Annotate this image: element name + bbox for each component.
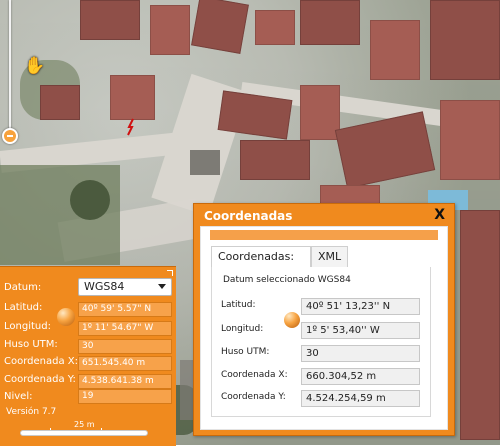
zoom-slider-track[interactable] <box>9 0 11 132</box>
level-label: Nivel: <box>4 391 33 402</box>
orb-icon <box>57 308 75 326</box>
orb-icon <box>284 312 300 328</box>
utm-zone-value: 30 <box>78 339 172 354</box>
chevron-down-icon <box>158 284 166 289</box>
zoom-slider-icon[interactable] <box>2 128 18 144</box>
datum-select[interactable]: WGS84 <box>78 278 172 296</box>
longitude-value: 1º 11' 54.67" W <box>78 321 172 336</box>
scale-label: 25 m <box>74 420 95 429</box>
coord-x-label: Coordenada X: <box>221 370 288 380</box>
tab-coordenadas[interactable]: Coordenadas: <box>211 246 311 268</box>
map-building <box>191 0 249 54</box>
latitude-field[interactable]: 40º 51' 13,23'' N <box>301 298 420 315</box>
scale-bar <box>20 430 148 436</box>
datum-selected-text: Datum seleccionado WGS84 <box>223 275 351 285</box>
coordinates-dialog: Coordenadas X Coordenadas: XML Datum sel… <box>193 203 455 436</box>
level-value: 19 <box>78 389 172 404</box>
map-building <box>80 0 140 40</box>
longitude-field[interactable]: 1º 5' 53,40'' W <box>301 322 420 339</box>
longitude-label: Longitud: <box>4 321 51 332</box>
latitude-value: 40º 59' 5.57" N <box>78 302 172 317</box>
version-text: Versión 7.7 <box>6 407 57 417</box>
coord-y-label: Coordenada Y: <box>221 392 286 402</box>
longitude-label: Longitud: <box>221 324 264 334</box>
map-building <box>255 10 295 45</box>
utm-zone-label: Huso UTM: <box>4 339 58 350</box>
map-building <box>150 5 190 55</box>
coord-y-field[interactable]: 4.524.254,59 m <box>301 390 420 407</box>
map-building <box>300 0 360 45</box>
map-building <box>440 100 500 180</box>
datum-label: Datum: <box>4 282 42 293</box>
map-building <box>370 20 420 80</box>
map-building <box>460 210 500 440</box>
utm-zone-label: Huso UTM: <box>221 347 270 357</box>
map-building <box>110 75 155 120</box>
dialog-header-bar <box>210 230 438 240</box>
hand-icon: ✋ <box>24 56 46 76</box>
utm-zone-field[interactable]: 30 <box>301 345 420 362</box>
coord-x-value: 651.545.40 m <box>78 356 172 371</box>
map-building <box>300 85 340 140</box>
coordinates-panel: Datum: WGS84 Latitud: 40º 59' 5.57" N Lo… <box>0 266 176 446</box>
map-building <box>430 0 500 80</box>
coord-x-label: Coordenada X: <box>4 356 78 367</box>
map-tree <box>70 180 110 220</box>
map-building <box>190 150 220 175</box>
coord-x-field[interactable]: 660.304,52 m <box>301 368 420 385</box>
dialog-title: Coordenadas <box>204 209 293 223</box>
map-building <box>240 140 310 180</box>
tab-xml[interactable]: XML <box>311 246 348 268</box>
datum-select-value: WGS84 <box>84 280 125 293</box>
marker-icon[interactable] <box>125 117 137 137</box>
map-building <box>334 111 436 189</box>
map-building <box>40 85 80 120</box>
latitude-label: Latitud: <box>221 300 256 310</box>
latitude-label: Latitud: <box>4 302 43 313</box>
close-icon[interactable]: X <box>434 207 445 223</box>
panel-corner-icon <box>167 270 173 276</box>
coord-y-label: Coordenada Y: <box>4 374 76 385</box>
coord-y-value: 4.538.641.38 m <box>78 374 172 389</box>
